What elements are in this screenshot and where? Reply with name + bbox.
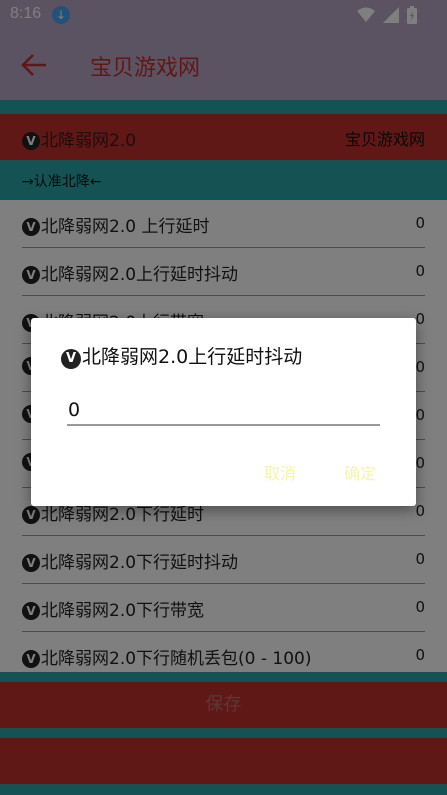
v-badge-icon: V <box>61 349 81 369</box>
cancel-button[interactable]: 取消 <box>264 460 296 484</box>
ok-button[interactable]: 确定 <box>344 460 376 484</box>
value-input[interactable] <box>67 396 380 426</box>
dialog-title: V 北降弱网2.0上行延时抖动 <box>61 342 302 369</box>
dialog-title-text: 北降弱网2.0上行延时抖动 <box>82 346 303 368</box>
edit-dialog: V北降弱网2.0上行延时抖动 取消 确定 <box>31 318 416 506</box>
